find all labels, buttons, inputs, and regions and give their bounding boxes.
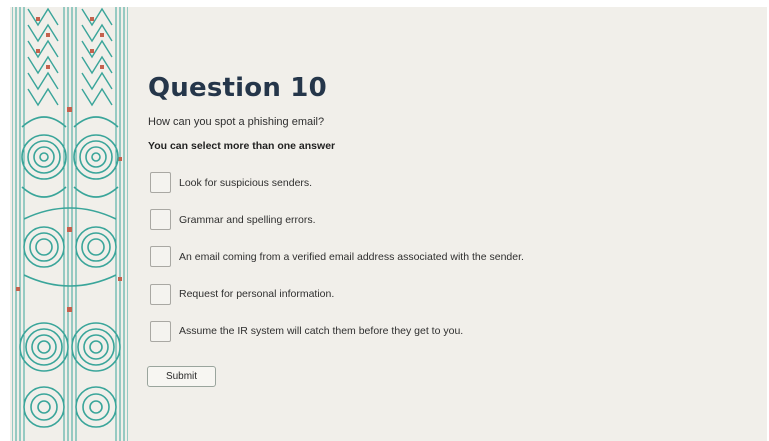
quiz-frame: Question 10 How can you spot a phishing … xyxy=(10,7,767,441)
kowhaiwhai-pattern-art xyxy=(10,7,130,441)
option-checkbox[interactable] xyxy=(150,283,171,305)
answer-option[interactable]: Request for personal information. xyxy=(148,283,748,306)
answer-options: Look for suspicious senders. Grammar and… xyxy=(148,171,748,343)
question-prompt: How can you spot a phishing email? xyxy=(148,116,325,128)
question-instruction: You can select more than one answer xyxy=(148,140,336,152)
submit-button[interactable]: Submit xyxy=(147,366,216,387)
option-label: Request for personal information. xyxy=(179,288,335,301)
answer-option[interactable]: Assume the IR system will catch them bef… xyxy=(148,320,748,343)
option-checkbox[interactable] xyxy=(150,320,171,342)
option-label: Grammar and spelling errors. xyxy=(179,213,316,226)
option-label: An email coming from a verified email ad… xyxy=(179,250,524,263)
option-checkbox[interactable] xyxy=(150,246,171,268)
answer-option[interactable]: Look for suspicious senders. xyxy=(148,171,748,194)
maori-pattern-panel xyxy=(10,7,130,441)
question-title: Question 10 xyxy=(148,73,327,103)
answer-option[interactable]: An email coming from a verified email ad… xyxy=(148,245,748,268)
answer-option[interactable]: Grammar and spelling errors. xyxy=(148,208,748,231)
option-checkbox[interactable] xyxy=(150,172,171,193)
question-content: Question 10 How can you spot a phishing … xyxy=(148,73,748,357)
option-label: Assume the IR system will catch them bef… xyxy=(179,325,464,338)
page: Question 10 How can you spot a phishing … xyxy=(0,0,769,441)
option-checkbox[interactable] xyxy=(150,209,171,231)
option-label: Look for suspicious senders. xyxy=(179,176,313,189)
